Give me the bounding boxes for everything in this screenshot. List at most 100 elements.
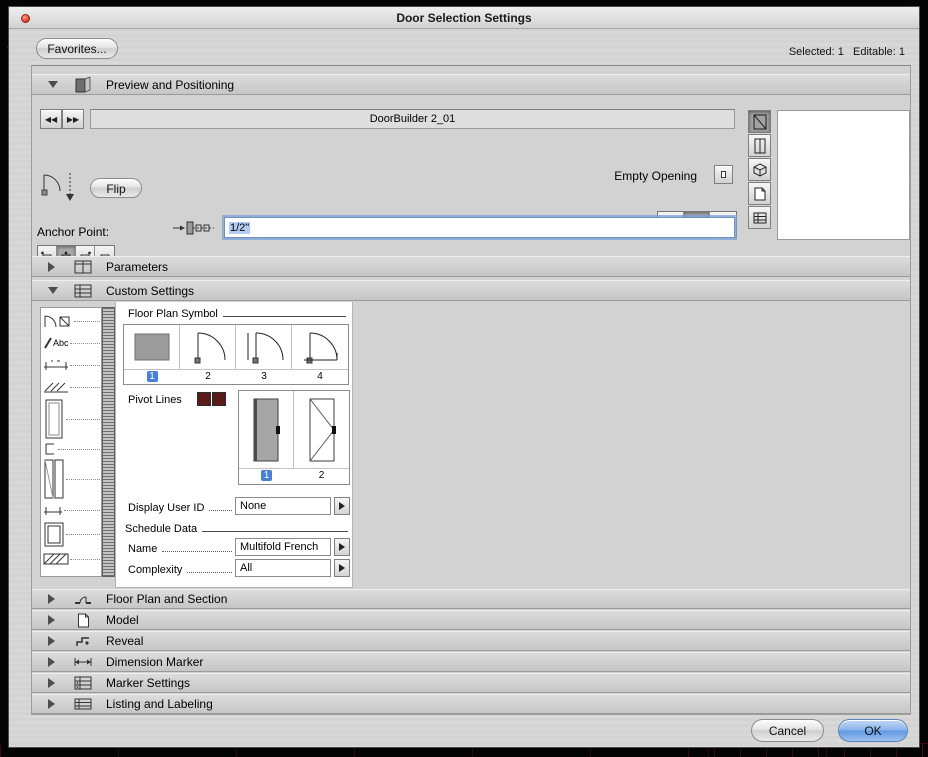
section-label: Reveal	[106, 634, 144, 648]
name-row: Name	[128, 543, 232, 555]
display-user-id-dropdown[interactable]: None	[235, 497, 331, 515]
model-3d-view-button[interactable]	[748, 158, 771, 181]
floor-plan-symbol-selector: 1 2 3 4	[123, 324, 349, 385]
previous-door-button[interactable]: ◀◀	[40, 109, 62, 129]
tree-item[interactable]	[43, 310, 101, 332]
disclosure-closed-icon	[48, 657, 55, 667]
floor-plan-option-1[interactable]	[124, 325, 180, 369]
tree-item[interactable]: Abc	[43, 332, 101, 354]
section-header-custom-settings[interactable]: Custom Settings	[32, 280, 910, 301]
tree-item[interactable]	[43, 354, 101, 376]
leaf-dimension-icon	[172, 219, 216, 237]
floor-plan-option-3[interactable]	[236, 325, 292, 369]
floor-plan-symbol-label: Floor Plan Symbol	[128, 308, 218, 320]
marker-settings-grid-icon	[70, 676, 96, 690]
desktop-background: ◀ Door Selection Settings Favorites... S…	[0, 0, 928, 757]
abc-text-icon: Abc	[53, 338, 69, 348]
door-3d-icon	[70, 76, 96, 93]
panel-style-selector: 1 2	[238, 390, 350, 485]
empty-opening-checkbox[interactable]	[714, 165, 733, 184]
tree-item[interactable]	[43, 458, 101, 500]
tree-item[interactable]	[43, 520, 101, 548]
disclosure-closed-icon	[48, 699, 55, 709]
section-label: Custom Settings	[106, 283, 195, 298]
panel-option-1[interactable]	[239, 391, 294, 468]
complexity-popup-button[interactable]	[334, 559, 350, 577]
custom-settings-grid-icon	[70, 284, 96, 298]
ok-button[interactable]: OK	[838, 719, 908, 742]
section-header-reveal[interactable]: Reveal	[32, 631, 910, 651]
checkbox-square-icon	[721, 171, 726, 178]
panel-option-number: 2	[318, 470, 325, 481]
section-header-marker-settings[interactable]: Marker Settings	[32, 673, 910, 693]
tree-item[interactable]	[43, 548, 101, 570]
dimension-marker-icon	[70, 656, 96, 668]
list-view-button[interactable]	[748, 206, 771, 229]
flip-door-icon	[40, 171, 84, 203]
floor-plan-option-number: 1	[124, 370, 180, 382]
section-header-preview-positioning[interactable]: Preview and Positioning	[32, 74, 910, 95]
section-label: Preview and Positioning	[106, 77, 235, 92]
door-preview-pane	[777, 110, 910, 240]
panel-view-button[interactable]	[748, 134, 771, 157]
floor-plan-option-2[interactable]	[180, 325, 236, 369]
panel-option-2[interactable]	[294, 391, 349, 468]
elevation-view-button[interactable]	[748, 110, 771, 133]
notes-view-button[interactable]	[748, 182, 771, 205]
tree-item[interactable]	[43, 440, 101, 458]
section-header-model[interactable]: Model	[32, 610, 910, 630]
custom-settings-body: Abc Floor Plan Symbol 1 2 3 4 Pivot Line…	[32, 302, 910, 588]
section-header-dimension-marker[interactable]: Dimension Marker	[32, 652, 910, 672]
tree-item[interactable]	[43, 500, 101, 520]
section-label: Listing and Labeling	[106, 697, 213, 711]
preview-view-toolbar	[748, 110, 771, 230]
complexity-dropdown[interactable]: All	[235, 559, 331, 577]
next-door-button[interactable]: ▶▶	[62, 109, 84, 129]
tree-item[interactable]	[43, 398, 101, 440]
section-header-floor-plan-and-section[interactable]: Floor Plan and Section	[32, 589, 910, 609]
close-button[interactable]	[21, 14, 30, 23]
display-user-id-popup-button[interactable]	[334, 497, 350, 515]
floor-plan-section-icon	[70, 592, 96, 606]
floor-plan-symbol-row: Floor Plan Symbol	[128, 308, 346, 320]
door-name-field[interactable]: DoorBuilder 2_01	[90, 109, 735, 129]
favorites-button[interactable]: Favorites...	[36, 38, 118, 59]
dimension-value: 1/2"	[229, 221, 251, 234]
pivot-color-swatch-2[interactable]	[212, 392, 226, 406]
disclosure-closed-icon	[48, 678, 55, 688]
display-user-id-row: Display User ID	[128, 502, 232, 514]
dialog-titlebar[interactable]: Door Selection Settings	[9, 7, 919, 29]
listing-labeling-icon	[70, 698, 96, 710]
schedule-data-label: Schedule Data	[125, 523, 198, 535]
section-header-parameters[interactable]: Parameters	[32, 256, 910, 277]
flip-button[interactable]: Flip	[90, 178, 142, 198]
anchor-point-label: Anchor Point:	[37, 225, 110, 239]
floor-plan-option-4[interactable]	[292, 325, 348, 369]
dimension-input[interactable]: 1/2"	[224, 217, 735, 238]
tree-item[interactable]	[43, 376, 101, 398]
schedule-data-row: Schedule Data	[125, 523, 348, 535]
pivot-lines-label: Pivot Lines	[128, 394, 182, 406]
section-label: Dimension Marker	[106, 655, 204, 669]
cancel-button[interactable]: Cancel	[751, 719, 824, 742]
disclosure-open-icon	[48, 81, 58, 88]
dialog-title: Door Selection Settings	[396, 11, 532, 25]
reveal-profile-icon	[70, 634, 96, 648]
tree-scrollbar[interactable]	[102, 307, 115, 577]
parameters-table-icon	[70, 260, 96, 274]
section-label: Model	[106, 613, 139, 627]
empty-opening-label: Empty Opening	[614, 169, 697, 183]
name-dropdown[interactable]: Multifold French	[235, 538, 331, 556]
name-popup-button[interactable]	[334, 538, 350, 556]
panel-option-number: 1	[239, 469, 294, 481]
floor-plan-option-number: 4	[317, 371, 323, 382]
floor-plan-option-number: 2	[205, 371, 211, 382]
popup-arrow-icon	[339, 502, 345, 510]
disclosure-closed-icon	[48, 615, 55, 625]
pivot-lines-row: Pivot Lines	[128, 394, 192, 406]
pivot-color-swatch-1[interactable]	[197, 392, 211, 406]
popup-arrow-icon	[339, 564, 345, 572]
settings-sections-frame: Preview and Positioning ◀◀ ▶▶ DoorBuilde…	[31, 65, 911, 715]
custom-settings-panel: Floor Plan Symbol 1 2 3 4 Pivot Lines 1 …	[115, 302, 353, 588]
section-header-listing-and-labeling[interactable]: Listing and Labeling	[32, 694, 910, 714]
